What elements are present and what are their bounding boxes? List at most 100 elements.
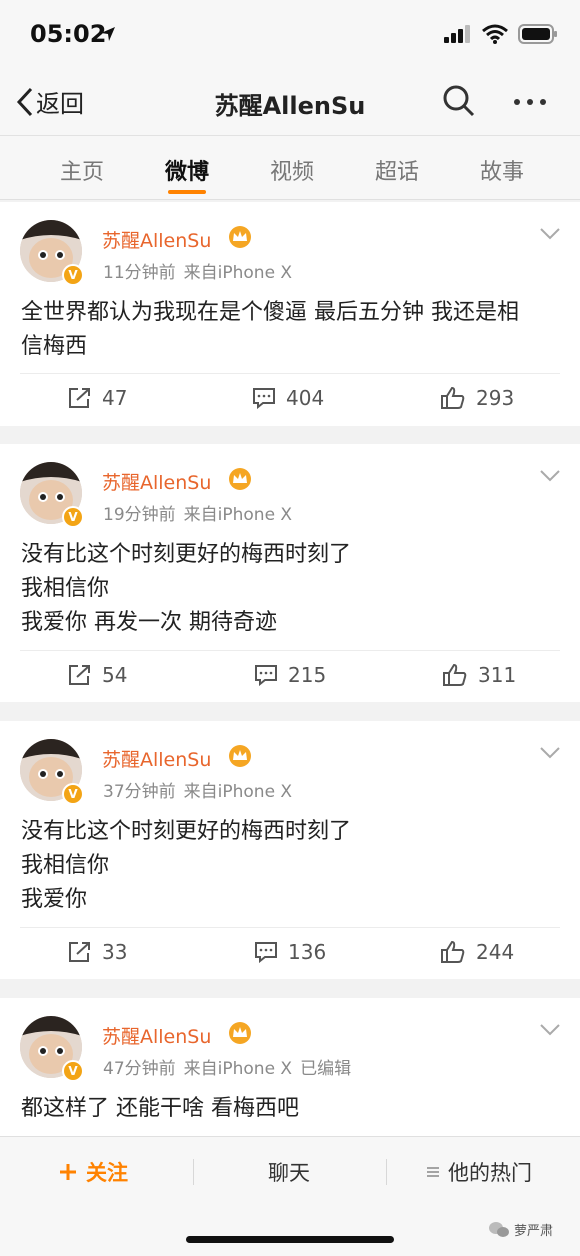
post-source: 来自iPhone X <box>183 782 293 802</box>
post-line: 全世界都认为我现在是个傻逼 最后五分钟 我还是相 <box>21 300 519 325</box>
repost-count: 47 <box>102 386 128 410</box>
weibo-post[interactable]: V 苏醒AllenSu 11分钟前 来自iPhone X 全世界都认为我现在是个傻… <box>0 202 580 426</box>
comment-button[interactable]: 404 <box>252 386 324 410</box>
repost-button[interactable]: 33 <box>68 940 127 964</box>
post-meta: 19分钟前 来自iPhone X <box>103 500 300 525</box>
crown-icon <box>229 745 251 767</box>
post-line: 没有比这个时刻更好的梅西时刻了 <box>21 819 352 844</box>
chevron-down-icon[interactable] <box>540 228 560 240</box>
post-line: 我爱你 再发一次 期待奇迹 <box>21 610 277 635</box>
list-icon <box>427 1167 439 1177</box>
divider <box>20 650 560 651</box>
post-source: 来自iPhone X <box>183 1059 293 1079</box>
author-name[interactable]: 苏醒AllenSu <box>102 468 211 495</box>
post-line: 我相信你 <box>21 576 110 601</box>
thumbs-up-icon <box>441 940 465 963</box>
nav-bar: 返回 苏醒AllenSu <box>0 68 580 136</box>
weibo-post[interactable]: V 苏醒AllenSu 37分钟前 来自iPhone X 没有比这个时刻更好的梅西… <box>0 721 580 979</box>
status-time: 05:02 <box>30 20 107 48</box>
repost-icon <box>69 942 90 962</box>
post-line: 信梅西 <box>21 334 88 359</box>
wechat-icon <box>489 1221 509 1237</box>
chevron-down-icon[interactable] <box>540 747 560 759</box>
tab-story[interactable]: 故事 <box>462 154 542 186</box>
thumbs-up-icon <box>441 386 465 409</box>
post-meta: 47分钟前 来自iPhone X 已编辑 <box>103 1054 359 1079</box>
like-count: 244 <box>476 940 515 964</box>
post-line: 没有比这个时刻更好的梅西时刻了 <box>21 542 352 567</box>
chat-button[interactable]: 聊天 <box>268 1157 310 1187</box>
tab-weibo[interactable]: 微博 <box>147 154 227 186</box>
repost-button[interactable]: 47 <box>68 386 127 410</box>
signal-icon <box>444 25 470 43</box>
status-icons <box>444 24 558 44</box>
separator <box>386 1159 387 1185</box>
battery-icon <box>518 24 557 44</box>
post-time: 19分钟前 <box>103 505 176 525</box>
location-icon <box>101 27 115 41</box>
crown-icon <box>229 1022 251 1044</box>
post-edited: 已编辑 <box>300 1059 352 1079</box>
author-name[interactable]: 苏醒AllenSu <box>102 226 211 253</box>
comment-icon <box>255 665 277 686</box>
comment-count: 136 <box>288 940 327 964</box>
hot-posts-button[interactable]: 他的热门 <box>426 1157 532 1187</box>
hot-posts-label: 他的热门 <box>448 1161 532 1185</box>
post-time: 37分钟前 <box>103 782 176 802</box>
author-name[interactable]: 苏醒AllenSu <box>102 1022 211 1049</box>
home-indicator <box>186 1236 394 1243</box>
chevron-down-icon[interactable] <box>540 470 560 482</box>
post-content: 没有比这个时刻更好的梅西时刻了 我相信你 我爱你 再发一次 期待奇迹 <box>21 538 561 640</box>
post-content: 全世界都认为我现在是个傻逼 最后五分钟 我还是相 信梅西 <box>21 296 561 364</box>
comment-count: 404 <box>286 386 325 410</box>
repost-icon <box>69 665 90 685</box>
like-button[interactable]: 311 <box>442 663 516 687</box>
author-name[interactable]: 苏醒AllenSu <box>102 745 211 772</box>
chevron-down-icon[interactable] <box>540 1024 560 1036</box>
repost-button[interactable]: 54 <box>68 663 127 687</box>
more-icon[interactable] <box>514 99 546 105</box>
comment-button[interactable]: 215 <box>254 663 326 687</box>
profile-tabs: 主页 微博 视频 超话 故事 <box>0 136 580 200</box>
like-button[interactable]: 293 <box>440 386 514 410</box>
active-tab-indicator <box>168 190 206 194</box>
separator <box>193 1159 194 1185</box>
comment-button[interactable]: 136 <box>254 940 326 964</box>
verified-badge: V <box>62 506 84 528</box>
thumbs-up-icon <box>443 663 467 686</box>
repost-count: 54 <box>102 663 128 687</box>
weibo-post[interactable]: V 苏醒AllenSu 47分钟前 来自iPhone X 已编辑 都这样了 还能干啥… <box>0 998 580 1136</box>
post-line: 都这样了 还能干啥 看梅西吧 <box>21 1096 299 1121</box>
post-meta: 11分钟前 来自iPhone X <box>103 258 300 283</box>
divider <box>20 927 560 928</box>
comment-icon <box>255 942 277 963</box>
chat-label: 聊天 <box>268 1161 310 1185</box>
post-content: 都这样了 还能干啥 看梅西吧 <box>21 1092 561 1126</box>
search-icon[interactable] <box>442 84 476 118</box>
like-count: 293 <box>476 386 515 410</box>
post-source: 来自iPhone X <box>183 505 293 525</box>
post-time: 11分钟前 <box>103 263 176 283</box>
comment-count: 215 <box>288 663 327 687</box>
post-line: 我相信你 <box>21 853 110 878</box>
watermark-text: 萝严肃 <box>514 1224 554 1239</box>
tab-home[interactable]: 主页 <box>42 154 122 186</box>
plus-icon <box>60 1164 76 1180</box>
post-line: 我爱你 <box>21 887 88 912</box>
tab-video[interactable]: 视频 <box>252 154 332 186</box>
post-content: 没有比这个时刻更好的梅西时刻了 我相信你 我爱你 <box>21 815 561 917</box>
tab-supertopic[interactable]: 超话 <box>357 154 437 186</box>
crown-icon <box>229 468 251 490</box>
page-title: 苏醒AllenSu <box>214 92 366 120</box>
post-source: 来自iPhone X <box>183 263 293 283</box>
comment-icon <box>253 388 275 409</box>
verified-badge: V <box>62 783 84 805</box>
verified-badge: V <box>62 1060 84 1082</box>
like-button[interactable]: 244 <box>440 940 514 964</box>
weibo-post[interactable]: V 苏醒AllenSu 19分钟前 来自iPhone X 没有比这个时刻更好的梅西… <box>0 444 580 702</box>
follow-button[interactable]: 关注 <box>58 1157 128 1187</box>
like-count: 311 <box>478 663 517 687</box>
wifi-icon <box>482 24 508 44</box>
post-time: 47分钟前 <box>103 1059 176 1079</box>
verified-badge: V <box>62 264 84 286</box>
